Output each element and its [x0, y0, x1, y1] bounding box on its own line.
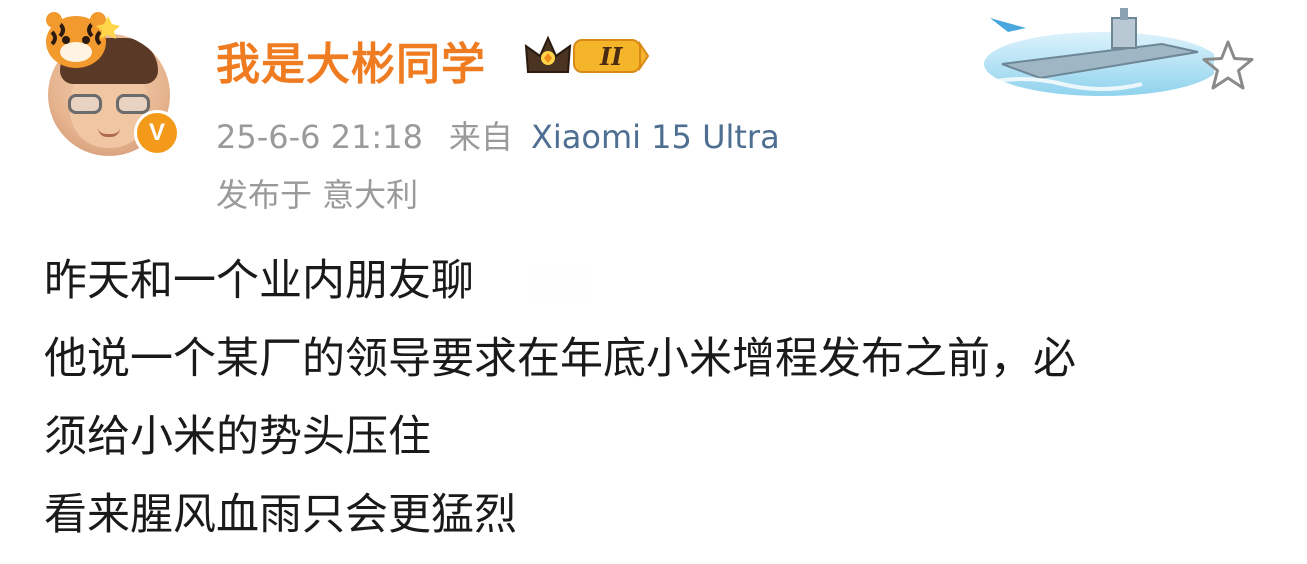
post-location: 发布于 意大利	[216, 176, 419, 214]
post-line-2: 他说一个某厂的领导要求在年底小米增程发布之前，必	[44, 334, 1076, 384]
tiger-pendant-icon	[46, 12, 120, 68]
post-line-4: 看来腥风血雨只会更猛烈	[44, 490, 517, 540]
post-time: 25-6-6 21:18	[216, 118, 423, 156]
verified-v-icon: V	[134, 110, 180, 156]
avatar-container[interactable]: V	[38, 8, 188, 158]
post-line-1: 昨天和一个业内朋友聊	[44, 252, 1284, 310]
blurred-text	[524, 260, 824, 304]
crown-icon: II	[524, 35, 650, 73]
svg-text:II: II	[599, 42, 623, 71]
weibo-post: V 我是大彬同学 II 25-6-6 21:18 来自 Xiaomi 15 Ultr…	[0, 0, 1307, 558]
aircraft-carrier-card-icon	[981, 8, 1214, 96]
vip-crown-badge[interactable]: II	[522, 32, 652, 78]
post-content: 昨天和一个业内朋友聊 他说一个某厂的领导要求在年底小米增程发布之前，必 须给小米…	[44, 252, 1284, 564]
username[interactable]: 我是大彬同学	[216, 28, 486, 92]
star-outline-icon[interactable]	[1200, 38, 1256, 94]
device-link[interactable]: Xiaomi 15 Ultra	[531, 118, 780, 156]
source-prefix: 来自	[448, 118, 513, 156]
post-meta: 25-6-6 21:18 来自 Xiaomi 15 Ultra	[216, 112, 780, 158]
post-line-3: 须给小米的势头压住	[44, 412, 431, 462]
